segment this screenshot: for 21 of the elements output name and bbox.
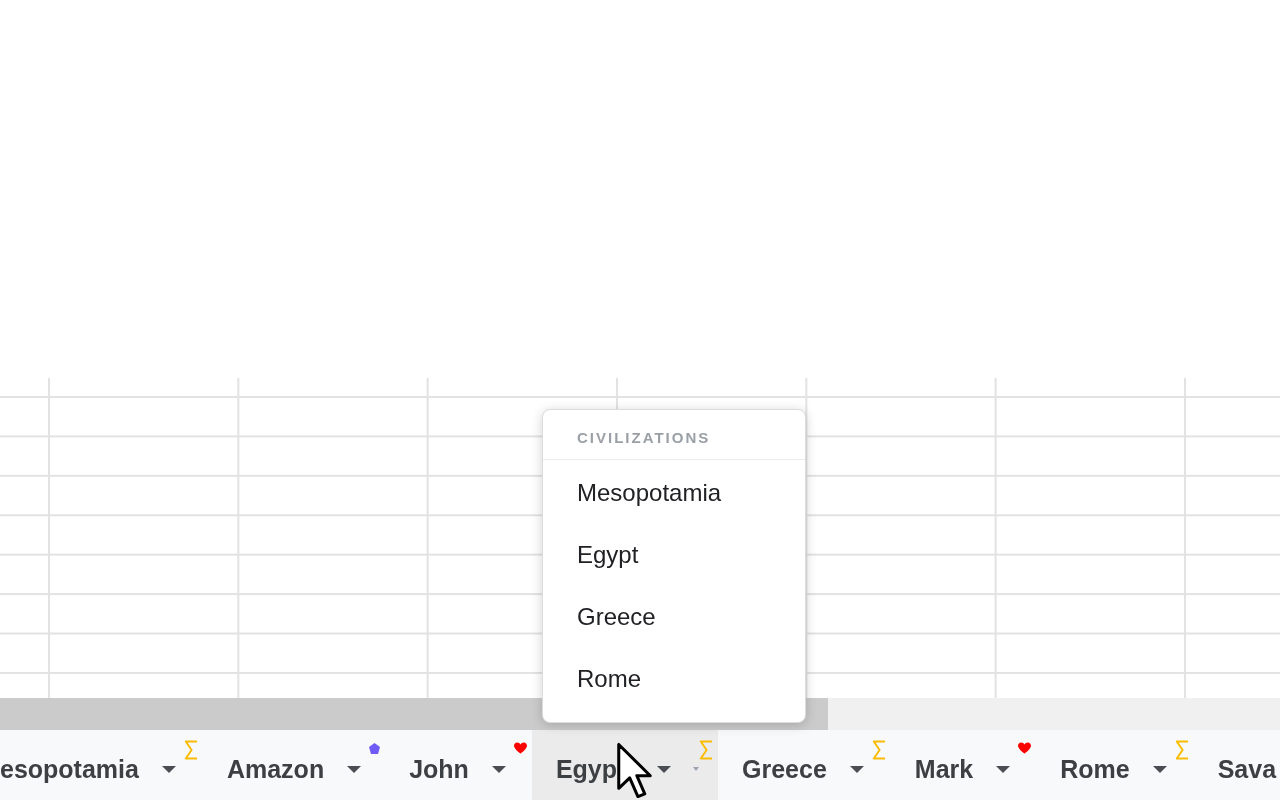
sigma-icon [871, 740, 886, 760]
small-caret-icon [693, 767, 699, 771]
sigma-icon [183, 740, 198, 760]
heart-icon [513, 742, 527, 754]
sheet-tab[interactable]: Amazon [202, 730, 386, 800]
menu-header: CIVILIZATIONS [577, 429, 711, 446]
sigma-icon [1174, 740, 1189, 760]
sheet-tab[interactable]: John [385, 730, 532, 800]
menu-item[interactable]: Greece [543, 586, 805, 648]
sheet-tab[interactable]: Mark [890, 730, 1037, 800]
sheet-tab[interactable]: Egyp [531, 730, 718, 800]
pentagon-icon [369, 743, 381, 754]
sheet-tab[interactable]: Rome [1036, 730, 1194, 800]
heart-icon [1018, 742, 1032, 754]
sigma-icon [699, 740, 713, 760]
menu-item[interactable]: Rome [543, 648, 805, 710]
menu-item[interactable]: Egypt [543, 524, 805, 586]
sheet-tab[interactable]: esopotamia [0, 730, 203, 800]
menu-item[interactable]: Mesopotamia [543, 462, 805, 524]
sheet-tab[interactable]: Sava [1193, 730, 1277, 800]
sheet-tab[interactable]: Greece [718, 730, 891, 800]
